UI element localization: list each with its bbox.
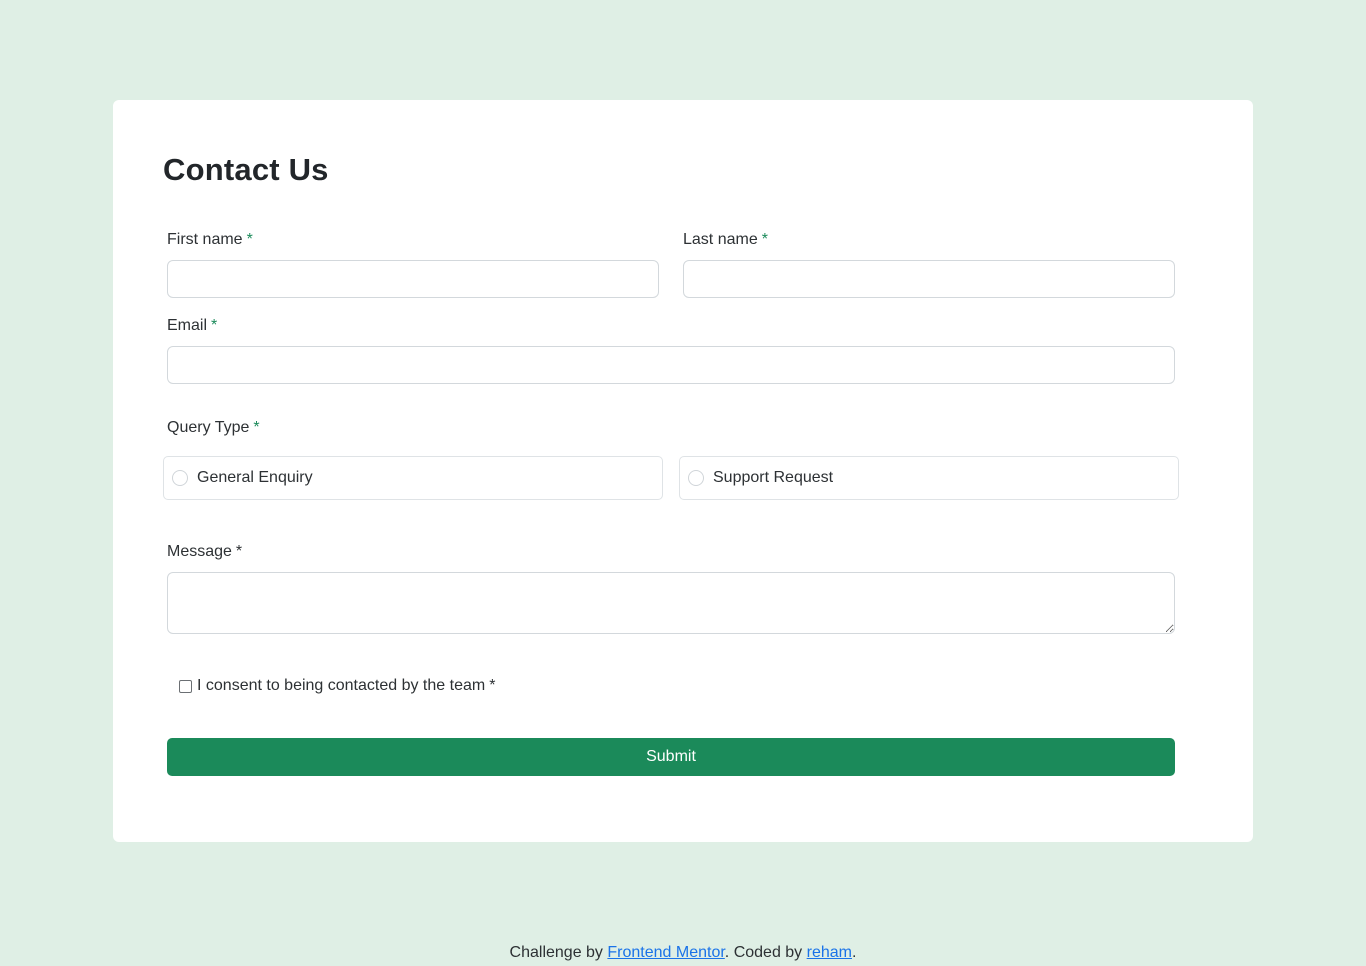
radio-button-icon[interactable] — [172, 470, 188, 486]
email-input[interactable] — [167, 346, 1175, 384]
footer-middle: . Coded by — [724, 944, 803, 961]
query-type-label-text: Query Type — [167, 419, 250, 436]
radio-option-label: Support Request — [713, 469, 834, 486]
required-mark: * — [211, 317, 218, 334]
required-mark: * — [253, 419, 260, 436]
page-title: Contact Us — [163, 152, 329, 187]
frontend-mentor-link[interactable]: Frontend Mentor — [607, 944, 724, 961]
first-name-label-text: First name — [167, 231, 243, 248]
required-mark: * — [246, 231, 253, 248]
required-mark: * — [235, 543, 243, 560]
last-name-input[interactable] — [683, 260, 1175, 298]
contact-form-card: Contact Us First name * Last name * Email *… — [113, 100, 1253, 842]
radio-option-label: General Enquiry — [197, 469, 313, 486]
email-label-text: Email — [167, 317, 208, 334]
message-label: Message * — [167, 543, 242, 561]
required-mark: * — [489, 677, 496, 694]
radio-button-icon[interactable] — [688, 470, 704, 486]
consent-label: I consent to being contacted by the team — [197, 677, 486, 694]
email-label: Email * — [167, 317, 217, 335]
submit-button[interactable]: Submit — [167, 738, 1175, 776]
footer-prefix: Challenge by — [509, 944, 603, 961]
required-mark: * — [761, 231, 768, 248]
radio-option-support-request[interactable]: Support Request — [679, 456, 1179, 500]
query-type-label: Query Type * — [167, 419, 260, 437]
message-textarea[interactable] — [167, 572, 1175, 634]
footer-attribution: Challenge by Frontend Mentor. Coded by r… — [0, 944, 1366, 962]
author-link[interactable]: reham — [807, 944, 852, 961]
consent-checkbox[interactable] — [179, 679, 192, 693]
message-label-text: Message — [167, 543, 232, 560]
first-name-label: First name * — [167, 231, 253, 249]
first-name-input[interactable] — [167, 260, 659, 298]
footer-suffix: . — [852, 944, 857, 961]
radio-option-general-enquiry[interactable]: General Enquiry — [163, 456, 663, 500]
last-name-label-text: Last name — [683, 231, 758, 248]
consent-row[interactable]: I consent to being contacted by the team… — [179, 677, 495, 695]
last-name-label: Last name * — [683, 231, 768, 249]
